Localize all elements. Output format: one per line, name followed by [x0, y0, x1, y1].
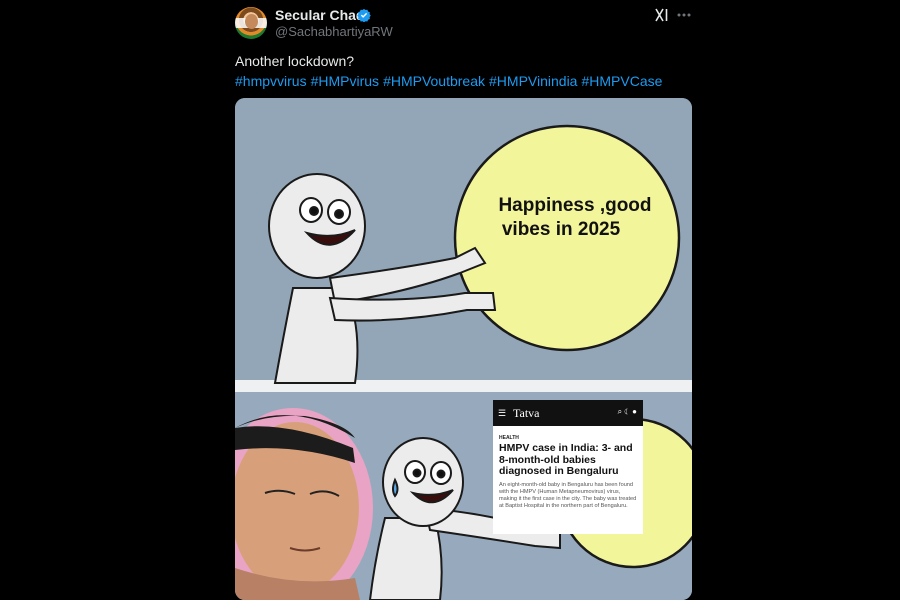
hashtag-link[interactable]: #HMPvirus — [311, 73, 379, 89]
hashtag-link[interactable]: #HMPVinindia — [489, 73, 577, 89]
hashtag-link[interactable]: #hmpvvirus — [235, 73, 307, 89]
author-avatar[interactable] — [235, 7, 267, 39]
tweet-text: Another lockdown? #hmpvvirus #HMPvirus #HM… — [235, 51, 695, 91]
hamburger-icon: ☰ — [498, 408, 507, 418]
tweet: Secular Chad @SachabhartiyaRW Another lo… — [220, 0, 700, 600]
article-headline: HMPV case in India: 3- and 8-month-old b… — [499, 442, 633, 477]
meme-image[interactable]: Happiness ,good vibes in 2025 ☰ Tatva ⌕ … — [235, 98, 692, 600]
verified-badge-icon — [357, 8, 371, 22]
site-logo: Tatva — [513, 406, 540, 420]
author-display-name[interactable]: Secular Chad — [275, 7, 364, 23]
article-summary: An eight-month-old baby in Bengaluru has… — [499, 481, 637, 509]
article-top-bar: ☰ Tatva ⌕ ☾ ● — [493, 400, 643, 426]
grok-icon[interactable] — [654, 7, 670, 23]
article-category: HEALTH — [499, 435, 519, 441]
hashtag-list: #hmpvvirus #HMPvirus #HMPVoutbreak #HMPVini… — [235, 71, 695, 91]
hashtag-link[interactable]: #HMPVoutbreak — [383, 73, 485, 89]
more-icon[interactable] — [676, 10, 692, 20]
hashtag-link[interactable]: #HMPVCase — [581, 73, 662, 89]
ball-caption-line1: Happiness ,good — [498, 195, 651, 216]
news-article-card: ☰ Tatva ⌕ ☾ ● HEALTH HMPV case in India:… — [493, 400, 643, 534]
search-icon: ⌕ ☾ ● — [617, 407, 637, 416]
author-handle[interactable]: @SachabhartiyaRW — [275, 24, 393, 39]
ball-caption-line2: vibes in 2025 — [502, 219, 621, 240]
tweet-body: Another lockdown? — [235, 53, 355, 69]
